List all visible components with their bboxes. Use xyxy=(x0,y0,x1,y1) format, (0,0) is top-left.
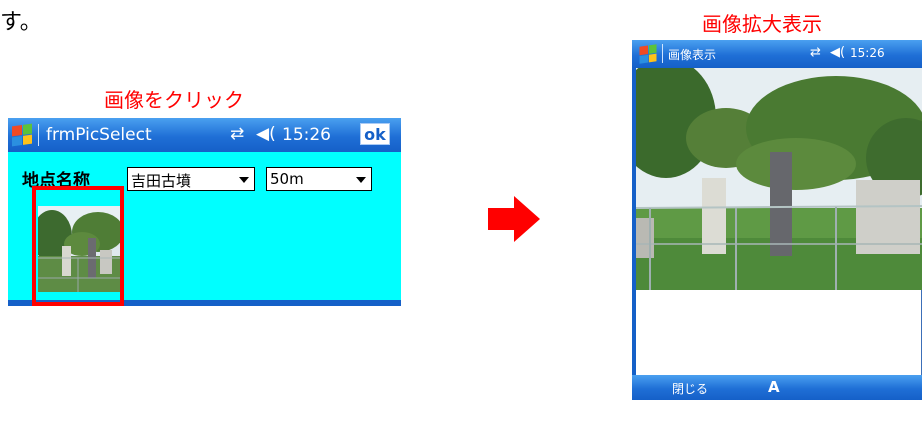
caption-enlarged-view: 画像拡大表示 xyxy=(702,12,822,36)
right-taskbar: 画像表示 ⇄ ◀( 15:26 xyxy=(632,40,922,68)
location-select-value: 吉田古墳 xyxy=(131,172,192,190)
app-title: frmPicSelect xyxy=(46,125,152,145)
intro-text: す。 xyxy=(0,10,42,35)
caption-click-image: 画像をクリック xyxy=(104,88,244,112)
ok-button[interactable]: ok xyxy=(360,123,390,145)
app-title: 画像表示 xyxy=(668,48,717,62)
left-taskbar: frmPicSelect ⇄ ◀( 15:26 ok xyxy=(8,118,401,152)
input-panel-button[interactable]: A xyxy=(768,378,780,396)
image-view-screen: 画像表示 ⇄ ◀( 15:26 閉じる A xyxy=(632,40,922,400)
distance-select[interactable]: 50m xyxy=(266,167,372,191)
softkey-bar: 閉じる A xyxy=(632,375,922,400)
windows-start-icon[interactable] xyxy=(639,44,657,64)
connectivity-icon[interactable]: ⇄ xyxy=(810,45,821,60)
enlarged-photo xyxy=(636,68,922,290)
connectivity-icon[interactable]: ⇄ xyxy=(230,124,244,144)
distance-select-value: 50m xyxy=(270,170,304,188)
right-arrow-icon xyxy=(488,196,540,246)
taskbar-separator xyxy=(662,44,663,63)
dropdown-arrow-icon[interactable] xyxy=(356,177,366,183)
speaker-icon[interactable]: ◀( xyxy=(256,124,276,144)
clock[interactable]: 15:26 xyxy=(282,125,331,145)
windows-start-icon[interactable] xyxy=(12,123,32,147)
location-select[interactable]: 吉田古墳 xyxy=(127,167,255,191)
speaker-icon[interactable]: ◀( xyxy=(830,45,845,60)
clock[interactable]: 15:26 xyxy=(850,46,885,60)
dropdown-arrow-icon[interactable] xyxy=(239,177,249,183)
close-button[interactable]: 閉じる xyxy=(672,380,708,397)
highlight-box xyxy=(32,186,124,306)
taskbar-separator xyxy=(38,124,39,146)
